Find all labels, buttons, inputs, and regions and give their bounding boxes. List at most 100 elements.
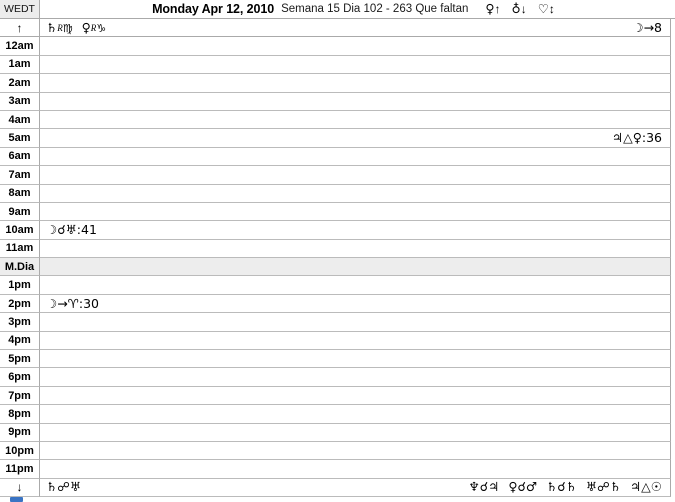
aspect-entry[interactable]: ♆☌♃: [469, 479, 500, 494]
hour-cell[interactable]: [40, 460, 671, 479]
earth-icon: ♁: [511, 0, 521, 16]
hour-row[interactable]: ↑ ♄R♍ ♀R♑ ☽→8: [0, 19, 675, 38]
sunset-indicator[interactable]: ♁ ↓: [511, 0, 527, 16]
aspect-entry[interactable]: ♀☌♂: [508, 479, 537, 494]
hour-cell[interactable]: [40, 239, 671, 259]
hour-label: ↓: [0, 478, 40, 498]
hour-cell[interactable]: [40, 92, 671, 111]
hour-cell[interactable]: [40, 405, 671, 424]
aspect-entry[interactable]: ♅☍♄: [586, 479, 621, 494]
hour-label: 3am: [0, 92, 40, 111]
hour-cell[interactable]: [40, 350, 671, 369]
hour-cell[interactable]: [40, 110, 671, 130]
hour-row[interactable]: 6am: [0, 147, 675, 167]
planet-glyph: ♄: [46, 19, 58, 35]
hour-cell[interactable]: [40, 386, 671, 406]
hour-label: 5pm: [0, 350, 40, 369]
hour-row[interactable]: 4am: [0, 110, 675, 130]
hour-cell[interactable]: [40, 147, 671, 167]
hour-row[interactable]: 3am: [0, 92, 675, 111]
hour-cell[interactable]: [40, 184, 671, 203]
hour-row[interactable]: 9am: [0, 202, 675, 222]
sunrise-indicator[interactable]: ♀ ↑: [485, 2, 501, 16]
hour-row[interactable]: 2pm ☽→♈:30: [0, 294, 675, 314]
hour-cell[interactable]: ♃△♀:36: [40, 129, 671, 148]
transit-indicator[interactable]: ♡ ↕: [538, 2, 555, 16]
hour-row[interactable]: 11am: [0, 239, 675, 259]
hour-row[interactable]: 7pm: [0, 386, 675, 406]
hour-cell[interactable]: ♄R♍ ♀R♑ ☽→8: [40, 19, 671, 38]
hour-row[interactable]: 8am: [0, 184, 675, 203]
event-entry[interactable]: ♄☍♅: [46, 479, 81, 494]
hour-cell[interactable]: [40, 441, 671, 461]
hour-row[interactable]: 3pm: [0, 313, 675, 332]
hour-row[interactable]: 8pm: [0, 405, 675, 424]
hour-label: 1am: [0, 55, 40, 75]
hour-label: 4am: [0, 110, 40, 130]
hour-label: 2pm: [0, 294, 40, 314]
event-entry[interactable]: ☽→♈:30: [46, 295, 99, 310]
hour-label: 1pm: [0, 276, 40, 295]
hour-cell[interactable]: [40, 276, 671, 295]
hour-cell[interactable]: [40, 202, 671, 222]
hour-row[interactable]: 4pm: [0, 331, 675, 351]
hour-label: 8am: [0, 184, 40, 203]
hour-label: 8pm: [0, 405, 40, 424]
hour-row[interactable]: ↓ ♄☍♅ ♆☌♃ ♀☌♂ ♄☌♄ ♅☍♄ ♃△☉: [0, 478, 675, 498]
hour-label: 11am: [0, 239, 40, 259]
hour-cell[interactable]: ♄☍♅ ♆☌♃ ♀☌♂ ♄☌♄ ♅☍♄ ♃△☉: [40, 478, 671, 498]
hour-label: 9pm: [0, 423, 40, 442]
hour-cell[interactable]: [40, 37, 671, 56]
hour-row[interactable]: 5pm: [0, 350, 675, 369]
hour-row[interactable]: 7am: [0, 166, 675, 185]
arrow-down-icon: ↓: [520, 2, 527, 16]
hour-label: 6pm: [0, 368, 40, 387]
timezone-label: WEDT: [0, 0, 40, 18]
event-entry[interactable]: ☽☌♅:41: [46, 222, 97, 237]
page-title: Monday Apr 12, 2010: [152, 2, 275, 16]
arrow-up-icon: ↑: [494, 2, 501, 16]
hour-row[interactable]: 9pm: [0, 423, 675, 442]
hour-row[interactable]: M.Dia: [0, 258, 675, 277]
hour-cell[interactable]: ☽→♈:30: [40, 294, 671, 314]
hour-label: 9am: [0, 202, 40, 222]
hour-row[interactable]: 11pm: [0, 460, 675, 479]
hour-cell[interactable]: [40, 368, 671, 387]
hour-row[interactable]: 2am: [0, 74, 675, 93]
hour-label: 7am: [0, 166, 40, 185]
hour-row[interactable]: 6pm: [0, 368, 675, 387]
aspect-entry[interactable]: ♃△♀:36: [612, 130, 662, 145]
hour-label: 4pm: [0, 331, 40, 351]
header-indicators: ♀ ↑ ♁ ↓ ♡ ↕: [485, 0, 555, 16]
zodiac-sign-glyph: ♍: [62, 21, 73, 35]
event-group-left: ☽☌♅:41: [46, 222, 97, 237]
hour-cell[interactable]: [40, 331, 671, 351]
scroll-thumb[interactable]: [10, 497, 23, 502]
planet-glyph: ♀: [81, 19, 91, 35]
event-entry[interactable]: ♀R♑: [82, 20, 107, 34]
hour-row[interactable]: 1am: [0, 55, 675, 75]
hour-label: 11pm: [0, 460, 40, 479]
hour-cell[interactable]: [40, 423, 671, 442]
hour-row[interactable]: 5am ♃△♀:36: [0, 129, 675, 148]
hour-cell[interactable]: [40, 313, 671, 332]
arrow-updown-icon: ↕: [548, 2, 555, 16]
hour-cell[interactable]: [40, 74, 671, 93]
aspect-entry[interactable]: ☽→8: [632, 19, 662, 34]
hour-row[interactable]: 10am ☽☌♅:41: [0, 221, 675, 240]
aspect-entry[interactable]: ♃△☉: [630, 479, 662, 494]
hour-cell[interactable]: [40, 258, 671, 277]
hour-label: 7pm: [0, 386, 40, 406]
hour-label: 3pm: [0, 313, 40, 332]
hour-cell[interactable]: [40, 55, 671, 75]
hour-cell[interactable]: [40, 166, 671, 185]
hour-row[interactable]: 10pm: [0, 441, 675, 461]
hour-cell[interactable]: ☽☌♅:41: [40, 221, 671, 240]
event-group-right: ☽→8: [632, 21, 662, 34]
aspect-entry[interactable]: ♄☌♄: [546, 479, 577, 494]
event-group-left: ♄☍♅: [46, 479, 81, 494]
hour-row[interactable]: 12am: [0, 37, 675, 56]
hour-label: 6am: [0, 147, 40, 167]
event-entry[interactable]: ♄R♍: [46, 20, 73, 34]
hour-row[interactable]: 1pm: [0, 276, 675, 295]
